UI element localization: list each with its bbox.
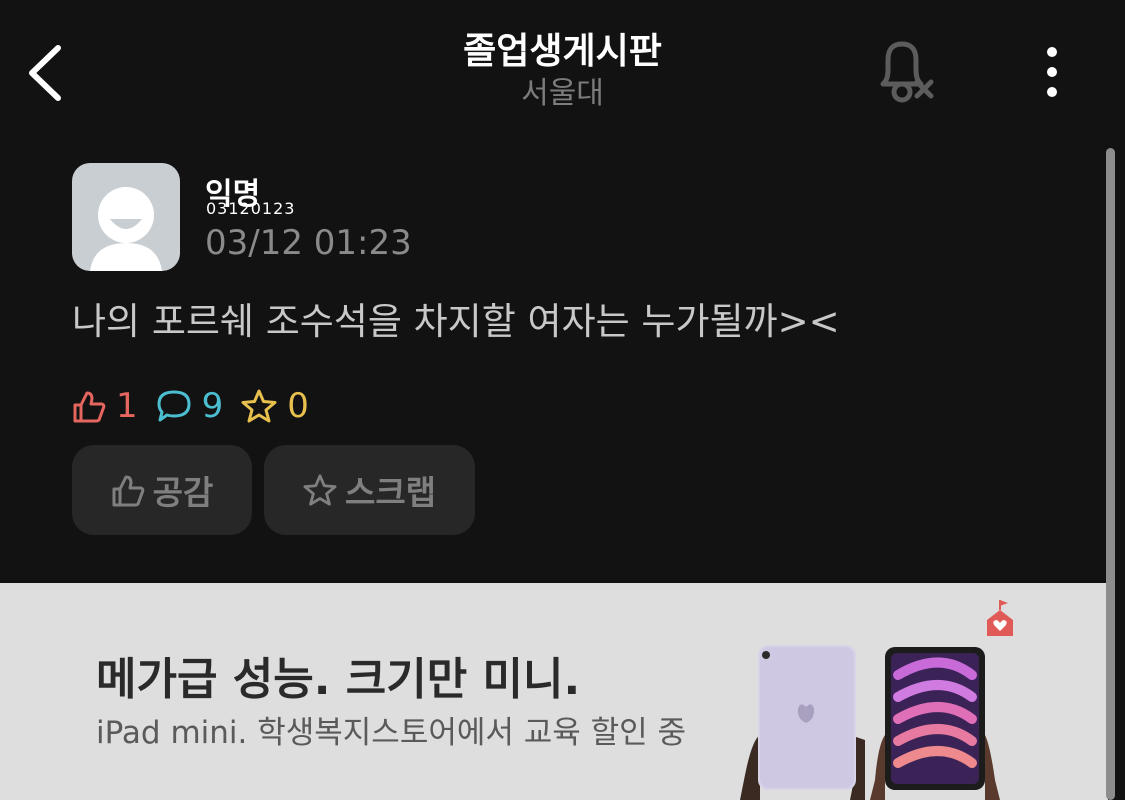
thumbs-up-icon (112, 475, 144, 507)
star-icon (241, 389, 277, 423)
post-body: 나의 포르쉐 조수석을 차지할 여자는 누가될까>< (72, 300, 840, 343)
ad-banner[interactable]: 메가급 성능. 크기만 미니. iPad mini. 학생복지스토어에서 교육 … (0, 583, 1108, 800)
post-stats: 1 9 0 (72, 384, 327, 428)
scrap-button[interactable]: 스크랩 (264, 445, 475, 535)
default-avatar-icon (90, 187, 162, 271)
scrap-count: 0 (287, 386, 309, 426)
board-title: 졸업생게시판 (463, 31, 662, 72)
like-button[interactable]: 공감 (72, 445, 252, 535)
thumbs-up-icon (73, 391, 106, 423)
back-button[interactable] (22, 40, 72, 106)
more-options-button[interactable] (1030, 44, 1074, 100)
ad-headline: 메가급 성능. 크기만 미니. (96, 654, 581, 705)
school-name: 서울대 (521, 76, 604, 111)
author-id: 03120123 (206, 199, 296, 218)
comment-icon (157, 390, 191, 422)
like-count: 1 (116, 386, 138, 426)
scrollbar[interactable] (1106, 148, 1115, 800)
post-time: 03/12 01:23 (205, 223, 412, 263)
bell-off-icon (880, 41, 934, 103)
like-stat: 1 (72, 386, 138, 426)
back-arrow-icon (29, 45, 61, 101)
avatar (72, 163, 180, 271)
like-button-label: 공감 (152, 473, 214, 512)
star-icon (303, 474, 337, 506)
scrap-button-label: 스크랩 (344, 473, 437, 512)
top-bar: 졸업생게시판 서울대 (0, 0, 1125, 140)
board-title-area: 졸업생게시판 서울대 (380, 30, 745, 112)
comment-count: 9 (201, 386, 224, 426)
notification-toggle-button[interactable] (873, 40, 937, 106)
ipad-mini-product-image (740, 645, 1000, 800)
more-vertical-icon (1047, 47, 1057, 97)
store-logo-icon (987, 600, 1013, 636)
ad-subline: iPad mini. 학생복지스토어에서 교육 할인 중 (96, 715, 687, 751)
scrap-stat: 0 (241, 386, 309, 426)
comment-stat: 9 (156, 386, 224, 426)
